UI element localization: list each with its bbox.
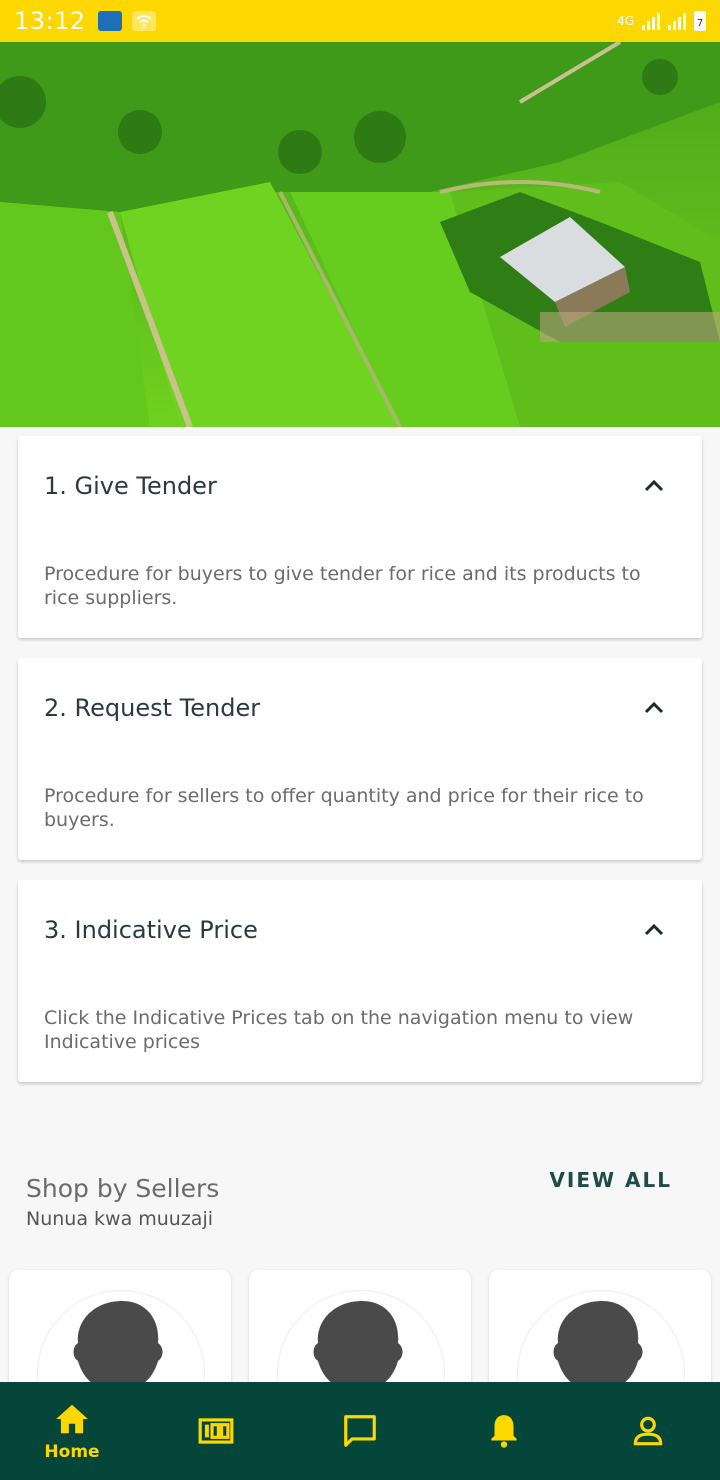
nav-item-notifications[interactable] [432, 1382, 576, 1480]
battery-level: 7 [696, 18, 704, 29]
nav-item-home[interactable]: Home [0, 1382, 144, 1480]
chevron-up-icon[interactable] [642, 918, 666, 942]
nav-item-profile[interactable] [576, 1382, 720, 1480]
tender-card-give[interactable]: 1. Give Tender Procedure for buyers to g… [18, 436, 702, 638]
card-description: Procedure for sellers to offer quantity … [44, 785, 644, 831]
home-icon [56, 1404, 88, 1434]
signal-icon [642, 12, 660, 30]
tender-card-request[interactable]: 2. Request Tender Procedure for sellers … [18, 658, 702, 860]
chevron-up-icon[interactable] [642, 474, 666, 498]
card-description: Procedure for buyers to give tender for … [44, 563, 641, 609]
status-bar: 13:12 4G 7 [0, 0, 720, 42]
nav-item-messages[interactable] [288, 1382, 432, 1480]
section-title: Shop by Sellers [26, 1174, 220, 1203]
card-title: 1. Give Tender [44, 472, 217, 500]
card-description: Click the Indicative Prices tab on the n… [44, 1007, 634, 1053]
nav-label-home: Home [44, 1442, 100, 1462]
card-title: 3. Indicative Price [44, 916, 258, 944]
wifi-app-icon [131, 11, 156, 31]
nav-item-prices[interactable] [144, 1382, 288, 1480]
status-time: 13:12 [14, 7, 86, 35]
network-type: 4G [617, 14, 634, 28]
signal-icon-2 [668, 12, 686, 30]
view-all-button[interactable]: VIEW ALL [549, 1168, 672, 1192]
price-icon [198, 1418, 234, 1444]
notification-app-icon [97, 11, 122, 31]
chat-icon [344, 1415, 376, 1447]
bottom-navigation: Home [0, 1382, 720, 1480]
hero-image-rice-field [0, 42, 720, 427]
chevron-up-icon[interactable] [642, 696, 666, 720]
battery-icon: 7 [694, 11, 706, 31]
card-title: 2. Request Tender [44, 694, 261, 722]
bell-icon [491, 1415, 517, 1448]
person-icon [633, 1416, 663, 1446]
section-subtitle: Nunua kwa muuzaji [26, 1208, 214, 1230]
tender-card-indicative-price[interactable]: 3. Indicative Price Click the Indicative… [18, 880, 702, 1082]
